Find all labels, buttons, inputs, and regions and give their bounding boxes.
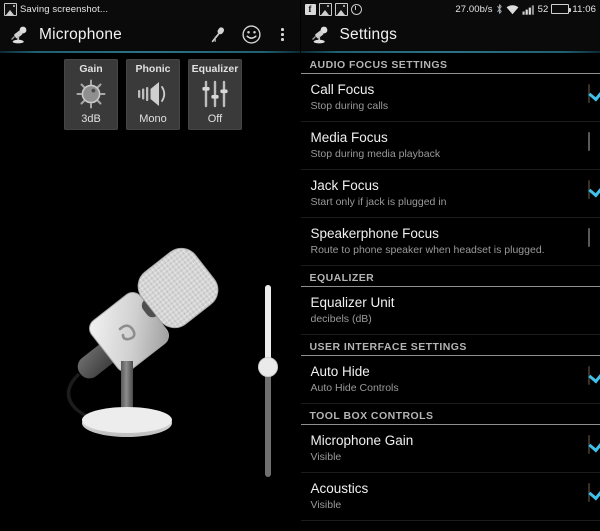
checkbox-speakerphone-focus[interactable] <box>588 225 590 247</box>
pref-subtitle: Auto Hide Controls <box>310 382 399 394</box>
facebook-icon: f <box>304 3 316 15</box>
pref-subtitle: Stop during calls <box>310 100 389 112</box>
handheld-microphone-icon[interactable] <box>208 25 228 45</box>
settings-list[interactable]: AUDIO FOCUS SETTINGS Call Focus Stop dur… <box>300 53 600 531</box>
gallery-icon <box>318 2 332 16</box>
right-status-bar: f 27.00b/s 52 11:06 <box>300 0 600 18</box>
signal-bars-icon <box>522 4 535 15</box>
screenshot-icon <box>334 2 348 16</box>
pref-title: Call Focus <box>310 82 375 97</box>
pref-subtitle: Route to phone speaker when headset is p… <box>310 244 545 256</box>
list-item[interactable]: Media Focus Stop during media playback <box>300 122 600 170</box>
dual-panel-screenshot: Saving screenshot... Microphone Gain 3dB… <box>0 0 600 531</box>
tool-label: Phonic <box>135 63 171 75</box>
checkbox-acoustics[interactable] <box>588 480 590 502</box>
checkbox-call-focus[interactable] <box>588 81 590 103</box>
pref-subtitle: Start only if jack is plugged in <box>310 196 447 208</box>
list-item[interactable]: Auto Hide Auto Hide Controls <box>300 356 600 404</box>
checkbox-jack-focus[interactable] <box>588 177 590 199</box>
settings-panel: f 27.00b/s 52 11:06 Settings AUDIO FOCUS… <box>300 0 600 531</box>
tool-card-gain[interactable]: Gain 3dB <box>64 59 118 130</box>
list-item[interactable]: Speakerphone Focus Route to phone speake… <box>300 218 600 266</box>
network-speed-text: 27.00b/s <box>455 3 493 15</box>
pref-title: Jack Focus <box>310 178 379 193</box>
tool-label: Equalizer <box>191 63 239 75</box>
gain-slider[interactable] <box>258 285 278 477</box>
pref-title: Equalizer Unit <box>310 295 395 310</box>
pref-title: Microphone Gain <box>310 433 414 448</box>
pref-title: Auto Hide <box>310 364 370 379</box>
pref-title: Media Focus <box>310 130 388 145</box>
tool-card-equalizer[interactable]: Equalizer Off <box>188 59 242 130</box>
pref-title: Acoustics <box>310 481 369 496</box>
wifi-icon <box>506 4 519 15</box>
tool-value: Off <box>207 113 223 125</box>
circle-icon <box>350 3 362 15</box>
checkbox-microphone-gain[interactable] <box>588 432 590 454</box>
checkbox-media-focus[interactable] <box>588 129 590 151</box>
pref-subtitle: decibels (dB) <box>310 313 372 325</box>
equalizer-sliders-icon <box>199 76 231 112</box>
speaker-icon <box>136 76 170 112</box>
left-action-bar: Microphone <box>0 18 300 51</box>
bluetooth-icon <box>496 3 503 15</box>
desk-microphone-illustration <box>20 233 240 453</box>
pref-subtitle: Visible <box>310 451 342 463</box>
tool-box: Gain 3dB Phonic Mono Equalizer Off <box>0 53 300 130</box>
tool-card-phonic[interactable]: Phonic Mono <box>126 59 180 130</box>
section-header: EQUALIZER <box>300 266 600 287</box>
pref-subtitle: Visible <box>310 499 342 511</box>
overflow-menu-icon[interactable] <box>275 25 291 45</box>
section-header: AUDIO FOCUS SETTINGS <box>300 53 600 74</box>
clock-text: 11:06 <box>572 3 596 15</box>
tool-label: Gain <box>79 63 103 75</box>
page-title: Microphone <box>39 25 122 43</box>
section-header: TOOL BOX CONTROLS <box>300 404 600 425</box>
list-item[interactable]: Call Focus Stop during calls <box>300 74 600 122</box>
left-status-bar: Saving screenshot... <box>0 0 300 18</box>
list-item[interactable]: Acoustics Visible <box>300 473 600 521</box>
microphone-body: Gain 3dB Phonic Mono Equalizer Off <box>0 53 300 531</box>
desk-microphone-icon <box>8 24 30 46</box>
tool-value: 3dB <box>81 113 101 125</box>
page-title: Settings <box>339 25 398 43</box>
desk-microphone-icon <box>309 24 331 46</box>
list-item[interactable]: Equalizer Unit decibels (dB) <box>300 287 600 335</box>
knob-icon <box>75 76 107 112</box>
battery-icon <box>551 4 572 14</box>
image-icon <box>4 2 17 16</box>
battery-level-text: 52 <box>537 3 549 15</box>
right-action-bar: Settings <box>300 18 600 51</box>
smiley-face-icon[interactable] <box>241 24 262 45</box>
saving-screenshot-text: Saving screenshot... <box>20 3 109 15</box>
pref-title: Speakerphone Focus <box>310 226 439 241</box>
microphone-app-panel: Saving screenshot... Microphone Gain 3dB… <box>0 0 301 531</box>
list-item[interactable]: Jack Focus Start only if jack is plugged… <box>300 170 600 218</box>
checkbox-auto-hide[interactable] <box>588 363 590 385</box>
list-item[interactable]: Microphone Gain Visible <box>300 425 600 473</box>
tool-value: Mono <box>139 113 167 125</box>
section-header: USER INTERFACE SETTINGS <box>300 335 600 356</box>
pref-subtitle: Stop during media playback <box>310 148 441 160</box>
